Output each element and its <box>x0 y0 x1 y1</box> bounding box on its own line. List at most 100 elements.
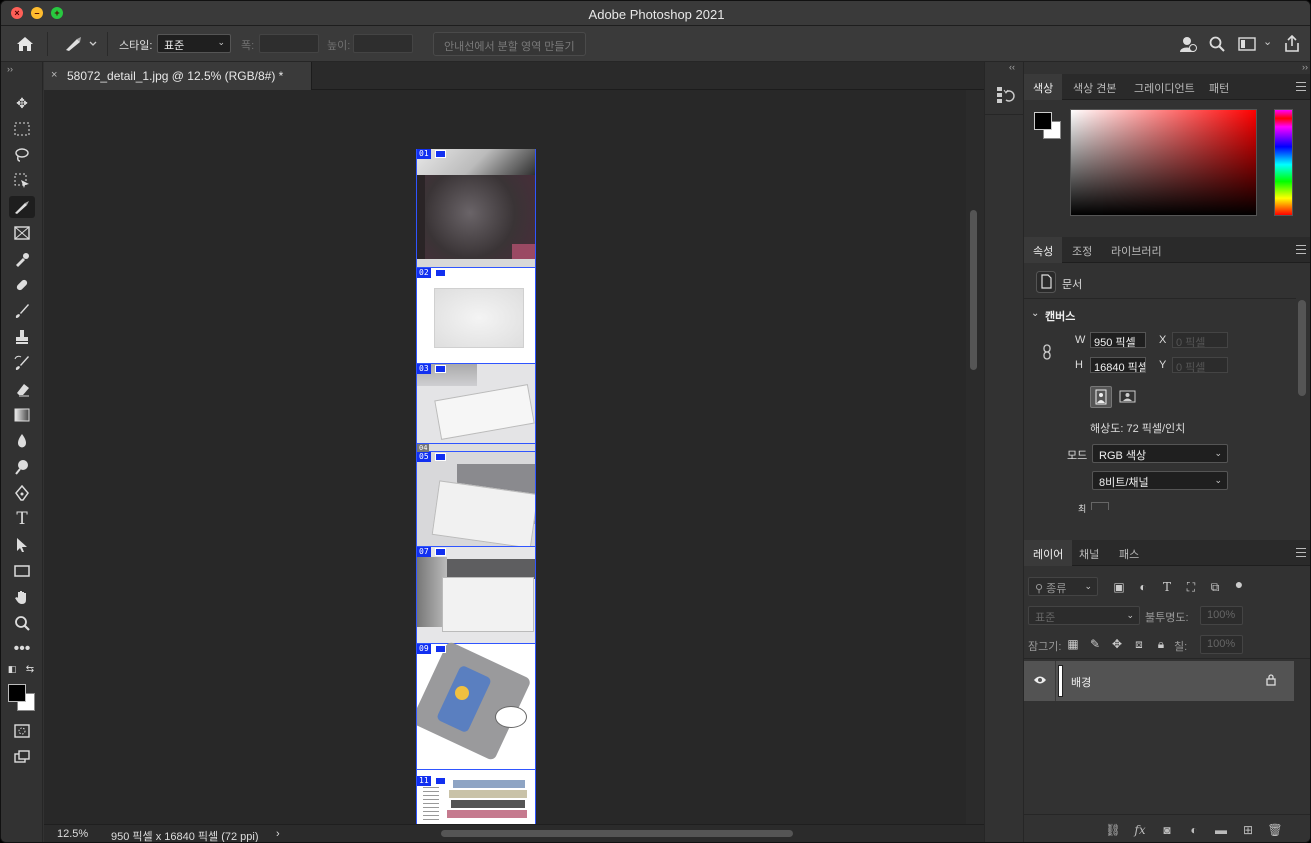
history-brush-tool-icon[interactable] <box>9 352 35 374</box>
layer-row[interactable]: 배경 <box>1024 661 1294 701</box>
pen-tool-icon[interactable] <box>9 482 35 504</box>
workspace-icon[interactable] <box>1238 35 1256 53</box>
type-tool-icon[interactable]: T <box>9 508 35 530</box>
lock-position-icon[interactable]: ✥ <box>1108 635 1126 653</box>
new-adjustment-layer-icon[interactable]: ◐ <box>1186 823 1202 837</box>
landscape-orientation-button[interactable] <box>1118 388 1138 406</box>
lock-artboard-icon[interactable]: ⧈ <box>1130 635 1148 653</box>
document-tab[interactable]: × 58072_detail_1.jpg @ 12.5% (RGB/8#) * <box>44 62 312 90</box>
panel-menu-icon[interactable] <box>1296 82 1306 91</box>
x-input[interactable]: 0 픽셀 <box>1172 332 1228 348</box>
frame-tool-icon[interactable] <box>9 222 35 244</box>
home-icon[interactable] <box>15 34 35 54</box>
tab-gradients[interactable]: 그레이디언트 <box>1125 74 1204 100</box>
brush-tool-icon[interactable] <box>9 300 35 322</box>
slice-11[interactable]: 11 <box>417 769 535 825</box>
panel-menu-icon[interactable] <box>1296 548 1306 557</box>
hue-slider[interactable] <box>1274 109 1293 216</box>
lock-icon[interactable] <box>1266 674 1276 686</box>
tab-layers[interactable]: 레이어 <box>1024 540 1073 566</box>
tab-channels[interactable]: 채널 <box>1070 540 1108 566</box>
foreground-color-swatch[interactable] <box>1034 112 1052 130</box>
chevron-down-icon[interactable]: ⌄ <box>1031 308 1039 319</box>
healing-brush-tool-icon[interactable] <box>9 274 35 296</box>
zoom-tool-icon[interactable] <box>9 612 35 634</box>
canvas-width-input[interactable]: 950 픽셀 <box>1090 332 1146 348</box>
marquee-tool-icon[interactable] <box>9 118 35 140</box>
share-icon[interactable] <box>1283 35 1301 53</box>
filter-toggle-icon[interactable]: ● <box>1230 575 1248 593</box>
quick-mask-icon[interactable] <box>9 720 35 742</box>
lasso-tool-icon[interactable] <box>9 144 35 166</box>
new-layer-icon[interactable]: ⊞ <box>1240 823 1256 837</box>
zoom-level[interactable]: 12.5% <box>57 828 88 840</box>
collapse-icon[interactable]: ‹‹ <box>1009 62 1015 72</box>
slice-01[interactable]: 01 <box>417 149 535 267</box>
tab-patterns[interactable]: 패턴 <box>1200 74 1238 100</box>
fx-icon[interactable]: fx <box>1132 823 1148 837</box>
rectangle-tool-icon[interactable] <box>9 560 35 582</box>
color-field[interactable] <box>1070 109 1257 216</box>
lock-image-pixels-icon[interactable]: ✎ <box>1086 635 1104 653</box>
link-layers-icon[interactable]: ⛓ <box>1105 823 1121 837</box>
slices-from-guides-button[interactable]: 안내선에서 분할 영역 만들기 <box>433 32 586 56</box>
width-field[interactable] <box>259 34 319 53</box>
collapse-icon[interactable]: ›› <box>1302 62 1308 72</box>
vertical-scrollbar[interactable] <box>966 90 984 824</box>
pixel-layer-filter-icon[interactable]: ▣ <box>1110 578 1128 596</box>
slice-04[interactable]: 04 <box>417 443 535 452</box>
fill-field[interactable]: 100% <box>1200 635 1243 654</box>
slice-02[interactable]: 02 <box>417 267 535 363</box>
smart-object-filter-icon[interactable]: ⧉ <box>1206 578 1224 596</box>
opacity-field[interactable]: 100% <box>1200 606 1243 625</box>
tab-properties[interactable]: 속성 <box>1024 237 1063 263</box>
search-icon[interactable] <box>1208 35 1226 53</box>
background-color-swatch[interactable] <box>1091 502 1109 510</box>
slice-tool-preset-icon[interactable] <box>63 36 99 52</box>
object-selection-tool-icon[interactable] <box>9 170 35 192</box>
canvas-height-input[interactable]: 16840 픽셀 <box>1090 357 1146 373</box>
eraser-tool-icon[interactable] <box>9 378 35 400</box>
horizontal-scroll-thumb[interactable] <box>441 830 793 837</box>
tab-adjustments[interactable]: 조정 <box>1063 237 1101 263</box>
y-input[interactable]: 0 픽셀 <box>1172 357 1228 373</box>
tab-swatches[interactable]: 색상 견본 <box>1064 74 1126 100</box>
path-selection-tool-icon[interactable] <box>9 534 35 556</box>
delete-layer-icon[interactable]: 🗑︎ <box>1267 823 1283 837</box>
height-field[interactable] <box>353 34 413 53</box>
gradient-tool-icon[interactable] <box>9 404 35 426</box>
account-icon[interactable] <box>1179 35 1197 53</box>
chevron-down-icon[interactable]: ⌄ <box>1263 35 1272 48</box>
adjustment-layer-filter-icon[interactable]: ◐ <box>1134 578 1152 596</box>
slice-07[interactable]: 07 <box>417 546 535 643</box>
new-group-icon[interactable]: ▬ <box>1213 823 1229 837</box>
foreground-color-swatch[interactable] <box>8 684 26 702</box>
lock-all-icon[interactable]: 🔒︎ <box>1152 635 1170 653</box>
shape-layer-filter-icon[interactable]: ⛶ <box>1182 578 1200 596</box>
more-tools-icon[interactable]: ••• <box>9 638 35 660</box>
style-select[interactable]: 표준 ⌄ <box>157 34 231 53</box>
tab-libraries[interactable]: 라이브러리 <box>1102 237 1171 263</box>
portrait-orientation-button[interactable] <box>1090 386 1112 408</box>
slice-05[interactable]: 05 <box>417 451 535 549</box>
screen-mode-icon[interactable] <box>9 746 35 768</box>
history-panel-icon[interactable] <box>995 84 1015 106</box>
lock-transparent-pixels-icon[interactable]: ▦ <box>1064 635 1082 653</box>
move-tool-icon[interactable]: ✥ <box>9 92 35 114</box>
add-mask-icon[interactable]: ◙ <box>1159 823 1175 837</box>
link-icon[interactable] <box>1042 344 1052 360</box>
close-tab-icon[interactable]: × <box>51 69 57 81</box>
slice-09[interactable]: 09 <box>417 640 535 769</box>
swap-colors-icon[interactable]: ⇆ <box>23 662 37 676</box>
panel-menu-icon[interactable] <box>1296 245 1306 254</box>
eye-icon[interactable] <box>1033 675 1047 685</box>
dodge-tool-icon[interactable] <box>9 456 35 478</box>
default-colors-icon[interactable]: ◧ <box>5 662 19 676</box>
blend-mode-select[interactable]: 표준 ⌄ <box>1028 606 1140 625</box>
slice-tool-icon[interactable] <box>9 196 35 218</box>
type-layer-filter-icon[interactable]: T <box>1158 578 1176 596</box>
tab-color[interactable]: 색상 <box>1024 74 1063 100</box>
collapse-icon[interactable]: ›› <box>7 64 13 74</box>
bit-depth-select[interactable]: 8비트/채널 ⌄ <box>1092 471 1228 490</box>
clone-stamp-tool-icon[interactable] <box>9 326 35 348</box>
